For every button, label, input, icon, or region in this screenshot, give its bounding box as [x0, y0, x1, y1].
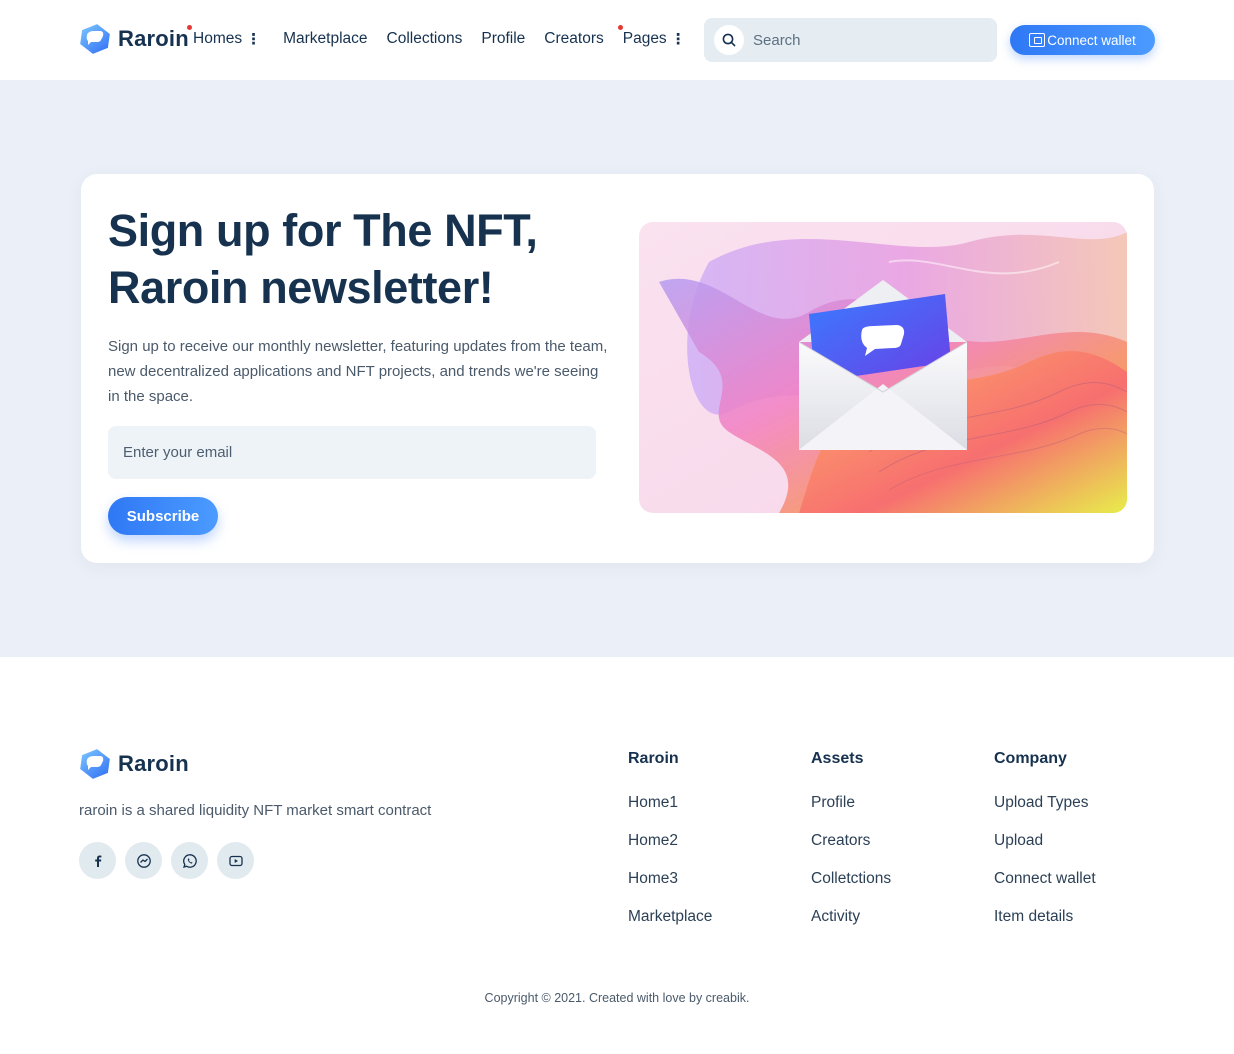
newsletter-section: Sign up for The NFT, Raroin newsletter! …	[0, 80, 1234, 657]
footer-column-assets: Assets Profile Creators Colletctions Act…	[811, 750, 891, 946]
footer-link-collections[interactable]: Colletctions	[811, 870, 891, 908]
nav-label: Homes	[193, 30, 243, 47]
footer-link-upload-types[interactable]: Upload Types	[994, 794, 1096, 832]
footer-link-activity[interactable]: Activity	[811, 908, 891, 946]
footer-link-connect-wallet[interactable]: Connect wallet	[994, 870, 1096, 908]
newsletter-description: Sign up to receive our monthly newslette…	[108, 338, 608, 405]
nav-label: Creators	[544, 30, 604, 47]
nav-item-marketplace[interactable]: Marketplace	[283, 30, 367, 48]
footer-link-home2[interactable]: Home2	[628, 832, 712, 870]
footer-link-home1[interactable]: Home1	[628, 794, 712, 832]
footer-column-company: Company Upload Types Upload Connect wall…	[994, 750, 1096, 946]
nav-item-homes[interactable]: Homes ⋮	[187, 25, 262, 48]
search-input[interactable]	[753, 31, 973, 49]
nav-label: Profile	[481, 30, 526, 47]
newsletter-title: Sign up for The NFT, Raroin newsletter!	[108, 205, 538, 313]
messenger-icon[interactable]	[125, 842, 162, 879]
nav-item-collections[interactable]: Collections	[387, 30, 463, 48]
footer-link-upload[interactable]: Upload	[994, 832, 1096, 870]
footer-link-item-details[interactable]: Item details	[994, 908, 1096, 946]
connect-wallet-button[interactable]: Connect wallet	[1010, 25, 1155, 55]
raroin-logo-icon	[79, 748, 111, 780]
footer-link-profile[interactable]: Profile	[811, 794, 891, 832]
footer-column-title: Assets	[811, 750, 864, 767]
footer-column-title: Company	[994, 750, 1067, 767]
newsletter-card: Sign up for The NFT, Raroin newsletter! …	[81, 174, 1154, 563]
wallet-icon	[1029, 33, 1046, 47]
search-icon[interactable]	[714, 25, 744, 55]
footer-column-title: Raroin	[628, 750, 679, 767]
notification-dot	[187, 25, 192, 30]
search-bar	[704, 18, 997, 62]
whatsapp-icon[interactable]	[171, 842, 208, 879]
subscribe-button[interactable]: Subscribe	[108, 497, 218, 535]
newsletter-envelope-illustration	[639, 222, 1127, 513]
header-logo[interactable]: Raroin	[79, 23, 189, 55]
copyright-text: Copyright © 2021. Created with love by c…	[484, 991, 750, 1005]
footer-link-creators[interactable]: Creators	[811, 832, 891, 870]
brand-name: Raroin	[118, 26, 189, 51]
site-header: Raroin Homes ⋮ Marketplace Collections P…	[0, 0, 1234, 80]
more-vertical-icon: ⋮	[246, 31, 262, 48]
more-vertical-icon: ⋮	[670, 31, 686, 48]
nav-item-creators[interactable]: Creators	[544, 30, 603, 48]
nav-item-pages[interactable]: Pages ⋮	[617, 25, 686, 48]
footer-link-home3[interactable]: Home3	[628, 870, 712, 908]
main-nav: Homes ⋮ Marketplace Collections Profile …	[187, 25, 705, 48]
nav-label: Marketplace	[283, 30, 368, 47]
footer-description: raroin is a shared liquidity NFT market …	[79, 802, 432, 819]
social-links	[79, 842, 263, 879]
footer-logo[interactable]: Raroin	[79, 748, 189, 780]
raroin-logo-icon	[79, 23, 111, 55]
facebook-icon[interactable]	[79, 842, 116, 879]
footer-column-raroin: Raroin Home1 Home2 Home3 Marketplace	[628, 750, 712, 946]
email-field[interactable]	[108, 426, 596, 479]
footer-link-marketplace[interactable]: Marketplace	[628, 908, 712, 946]
footer-brand-name: Raroin	[118, 751, 189, 776]
youtube-icon[interactable]	[217, 842, 254, 879]
nav-label: Collections	[386, 30, 463, 47]
nav-item-profile[interactable]: Profile	[481, 30, 525, 48]
notification-dot	[617, 25, 623, 30]
connect-wallet-label: Connect wallet	[1047, 32, 1136, 48]
nav-label: Pages	[622, 30, 667, 47]
